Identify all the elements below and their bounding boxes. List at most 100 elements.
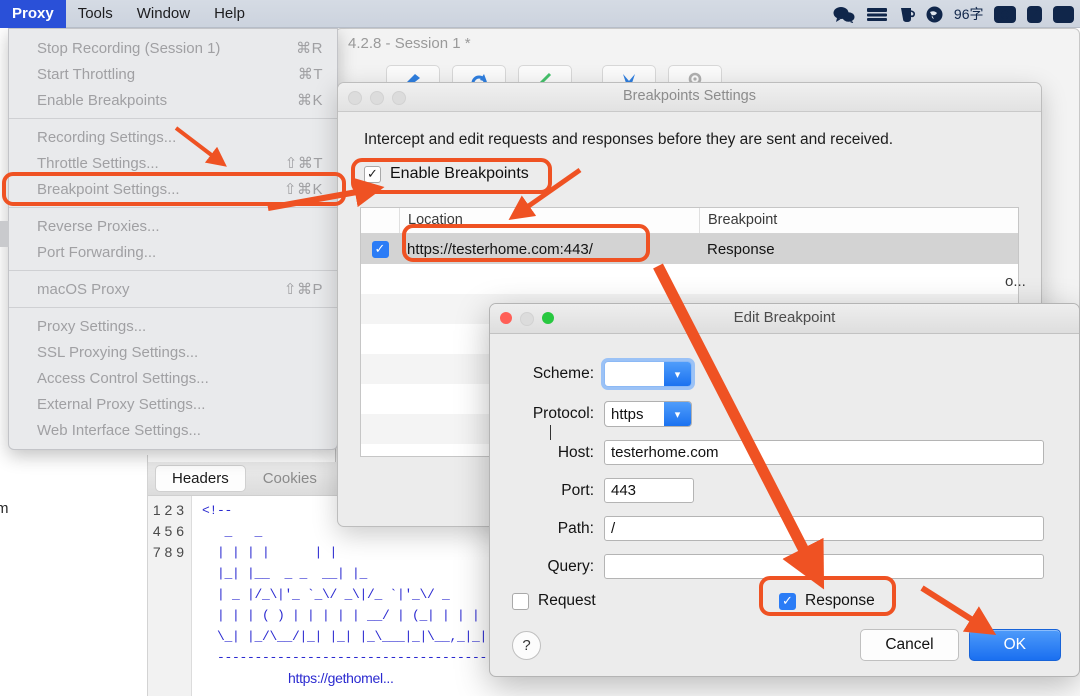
header-checkbox-col	[361, 208, 400, 233]
chevron-down-icon[interactable]: ▾	[664, 362, 691, 386]
menu-item-label: Port Forwarding...	[37, 243, 157, 261]
menu-item-ssl-proxying-settings[interactable]: SSL Proxying Settings...	[9, 339, 337, 365]
menu-item-start-throttling[interactable]: Start Throttling ⌘T	[9, 61, 337, 87]
menu-item-label: Recording Settings...	[37, 128, 177, 146]
menu-item-label: SSL Proxying Settings...	[37, 343, 199, 361]
edit-breakpoint-title: Edit Breakpoint	[733, 309, 836, 326]
host-input[interactable]: testerhome.com	[604, 440, 1044, 465]
menu-separator	[9, 118, 337, 119]
port-input[interactable]: 443	[604, 478, 694, 503]
line-number-gutter: 1 2 3 4 5 6 7 8 9	[148, 496, 192, 696]
row-location: https://testerhome.com:443/	[407, 240, 593, 258]
truncated-button-label[interactable]: o...	[1005, 273, 1026, 290]
path-input[interactable]: /	[604, 516, 1044, 541]
menu-item-label: Proxy Settings...	[37, 317, 147, 335]
enable-breakpoints-row[interactable]: ✓ Enable Breakpoints	[364, 165, 529, 183]
stray-text: m	[0, 500, 9, 517]
menu-item-shortcut: ⇧⌘T	[284, 155, 323, 172]
menu-item-web-interface-settings[interactable]: Web Interface Settings...	[9, 417, 337, 443]
menu-separator	[9, 270, 337, 271]
path-label: Path:	[557, 519, 594, 537]
menu-item-breakpoint-settings[interactable]: Breakpoint Settings... ⇧⌘K	[9, 176, 337, 202]
host-label: Host:	[557, 443, 594, 461]
ime-chinese-icon[interactable]: 中	[1052, 5, 1074, 23]
chevron-down-icon[interactable]: ▾	[664, 402, 691, 426]
menu-separator	[9, 307, 337, 308]
menu-item-label: Access Control Settings...	[37, 369, 209, 387]
menu-item-external-proxy-settings[interactable]: External Proxy Settings...	[9, 391, 337, 417]
table-row[interactable]: ✓ https://testerhome.com:443/Response	[361, 234, 1018, 264]
table-header: Location Breakpoint	[361, 208, 1018, 234]
menu-item-enable-breakpoints[interactable]: Enable Breakpoints ⌘K	[9, 87, 337, 113]
menubar-status-area[interactable]: 96字 ☺ Ⱬ 中	[833, 0, 1074, 28]
menu-item-label: Start Throttling	[37, 65, 136, 83]
menu-item-proxy-settings[interactable]: Proxy Settings...	[9, 313, 337, 339]
scheme-label: Scheme:	[532, 365, 594, 382]
header-location: Location	[400, 208, 700, 233]
protocol-select[interactable]: https ▾	[604, 401, 692, 427]
response-checkbox-row[interactable]: ✓ Response	[779, 592, 875, 610]
request-checkbox[interactable]	[512, 592, 529, 610]
wechat-icon[interactable]	[833, 6, 855, 23]
input-count-label: 96字	[953, 6, 984, 22]
response-label: Response	[805, 592, 875, 609]
drawer-icon[interactable]	[866, 6, 888, 22]
menubar-item-help[interactable]: Help	[202, 0, 257, 28]
menu-item-label: macOS Proxy	[37, 280, 130, 298]
menu-item-port-forwarding[interactable]: Port Forwarding...	[9, 239, 337, 265]
response-checkbox[interactable]: ✓	[779, 592, 796, 610]
edit-breakpoint-actions[interactable]: Cancel OK	[860, 629, 1061, 661]
row-checkbox-cell[interactable]: ✓	[361, 240, 399, 258]
tab-cookies[interactable]: Cookies	[247, 466, 333, 491]
charles-pitcher-icon[interactable]	[899, 6, 915, 23]
breakpoints-titlebar: Breakpoints Settings	[338, 83, 1041, 112]
menu-item-label: Throttle Settings...	[37, 154, 159, 172]
microphone-icon[interactable]: Ⱬ	[1026, 5, 1042, 23]
menu-item-stop-recording-session-1[interactable]: Stop Recording (Session 1) ⌘R	[9, 35, 337, 61]
menu-item-access-control-settings[interactable]: Access Control Settings...	[9, 365, 337, 391]
app-window-title: 4.2.8 - Session 1 *	[348, 35, 471, 52]
row-checkbox[interactable]: ✓	[371, 240, 389, 258]
protocol-value: https	[611, 405, 644, 423]
enable-breakpoints-label: Enable Breakpoints	[390, 165, 529, 182]
menu-item-shortcut: ⇧⌘P	[283, 281, 323, 298]
menu-scroll-nub[interactable]	[0, 221, 9, 247]
help-button[interactable]: ?	[512, 631, 541, 660]
tab-headers[interactable]: Headers	[156, 466, 245, 491]
menubar-item-window[interactable]: Window	[125, 0, 202, 28]
menu-item-label: Breakpoint Settings...	[37, 180, 180, 198]
menu-item-shortcut: ⌘T	[297, 66, 323, 83]
request-checkbox-row[interactable]: Request	[512, 592, 596, 610]
table-row-empty[interactable]	[361, 264, 1018, 294]
menu-item-shortcut: ⌘K	[296, 92, 323, 109]
menubar-item-tools[interactable]: Tools	[66, 0, 125, 28]
breakpoints-description: Intercept and edit requests and response…	[364, 131, 894, 148]
request-label: Request	[538, 592, 596, 609]
menu-item-reverse-proxies[interactable]: Reverse Proxies...	[9, 213, 337, 239]
menu-item-label: Reverse Proxies...	[37, 217, 160, 235]
ok-button[interactable]: OK	[968, 629, 1061, 661]
cancel-button[interactable]: Cancel	[860, 629, 959, 661]
menu-item-macos-proxy[interactable]: macOS Proxy ⇧⌘P	[9, 276, 337, 302]
menubar-item-proxy[interactable]: Proxy	[0, 0, 66, 28]
menu-item-label: Stop Recording (Session 1)	[37, 39, 221, 57]
menu-item-shortcut: ⇧⌘K	[283, 181, 323, 198]
menu-item-label: Web Interface Settings...	[37, 421, 201, 439]
header-breakpoint: Breakpoint	[708, 212, 778, 228]
menu-separator	[9, 207, 337, 208]
menu-item-label: External Proxy Settings...	[37, 395, 206, 413]
breakpoints-window-title: Breakpoints Settings	[623, 88, 756, 104]
globe-icon[interactable]	[926, 6, 943, 23]
row-breakpoint: Response	[707, 240, 775, 258]
protocol-label: Protocol:	[532, 405, 594, 422]
edit-breakpoint-titlebar: Edit Breakpoint	[490, 304, 1079, 334]
menu-item-label: Enable Breakpoints	[37, 91, 168, 109]
query-input[interactable]	[604, 554, 1044, 579]
proxy-dropdown-menu[interactable]: Stop Recording (Session 1) ⌘R Start Thrott…	[8, 28, 338, 450]
emoji-icon[interactable]: ☺	[994, 5, 1016, 23]
scheme-select[interactable]: ▾	[550, 358, 695, 440]
enable-breakpoints-checkbox[interactable]: ✓	[364, 165, 381, 183]
menu-item-throttle-settings[interactable]: Throttle Settings... ⇧⌘T	[9, 150, 337, 176]
macos-menubar[interactable]: Proxy Tools Window Help 96字 ☺ Ⱬ 中	[0, 0, 1080, 28]
menu-item-recording-settings[interactable]: Recording Settings...	[9, 124, 337, 150]
